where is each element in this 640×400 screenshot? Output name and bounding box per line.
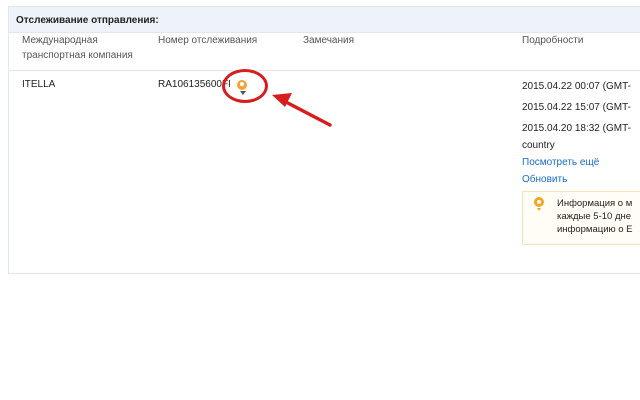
- info-text: Информация о м каждые 5-10 дне информаци…: [557, 197, 633, 236]
- event-line-3: 2015.04.20 18:32 (GMT-: [522, 123, 631, 134]
- view-more-link[interactable]: Посмотреть ещё: [522, 157, 599, 168]
- column-header-details: Подробности: [522, 35, 584, 46]
- refresh-link[interactable]: Обновить: [522, 174, 567, 185]
- column-header-tracking: Номер отслеживания: [158, 35, 258, 46]
- tracking-number: RA106135600FI: [158, 79, 231, 90]
- panel-title: Отслеживание отправления:: [9, 7, 640, 33]
- event-line-2: 2015.04.22 15:07 (GMT-: [522, 102, 631, 113]
- info-line-2: каждые 5-10 дне: [557, 211, 632, 222]
- lightbulb-base-icon: [537, 208, 541, 211]
- info-line-1: Информация о м: [557, 198, 633, 209]
- info-line-3: информацию о Е: [557, 224, 633, 235]
- lightbulb-icon: [534, 197, 544, 207]
- header-divider: [9, 70, 640, 71]
- column-header-carrier-line2: транспортная компания: [22, 50, 133, 61]
- column-header-carrier-line1: Международная: [22, 35, 98, 46]
- event-line-1: 2015.04.22 00:07 (GMT-: [522, 81, 631, 92]
- column-header-carrier: Международная транспортная компания: [22, 33, 133, 63]
- event-extra: country: [522, 140, 555, 151]
- annotation-circle: [222, 69, 268, 103]
- column-header-notes: Замечания: [303, 35, 355, 46]
- carrier-name: ITELLA: [22, 79, 56, 90]
